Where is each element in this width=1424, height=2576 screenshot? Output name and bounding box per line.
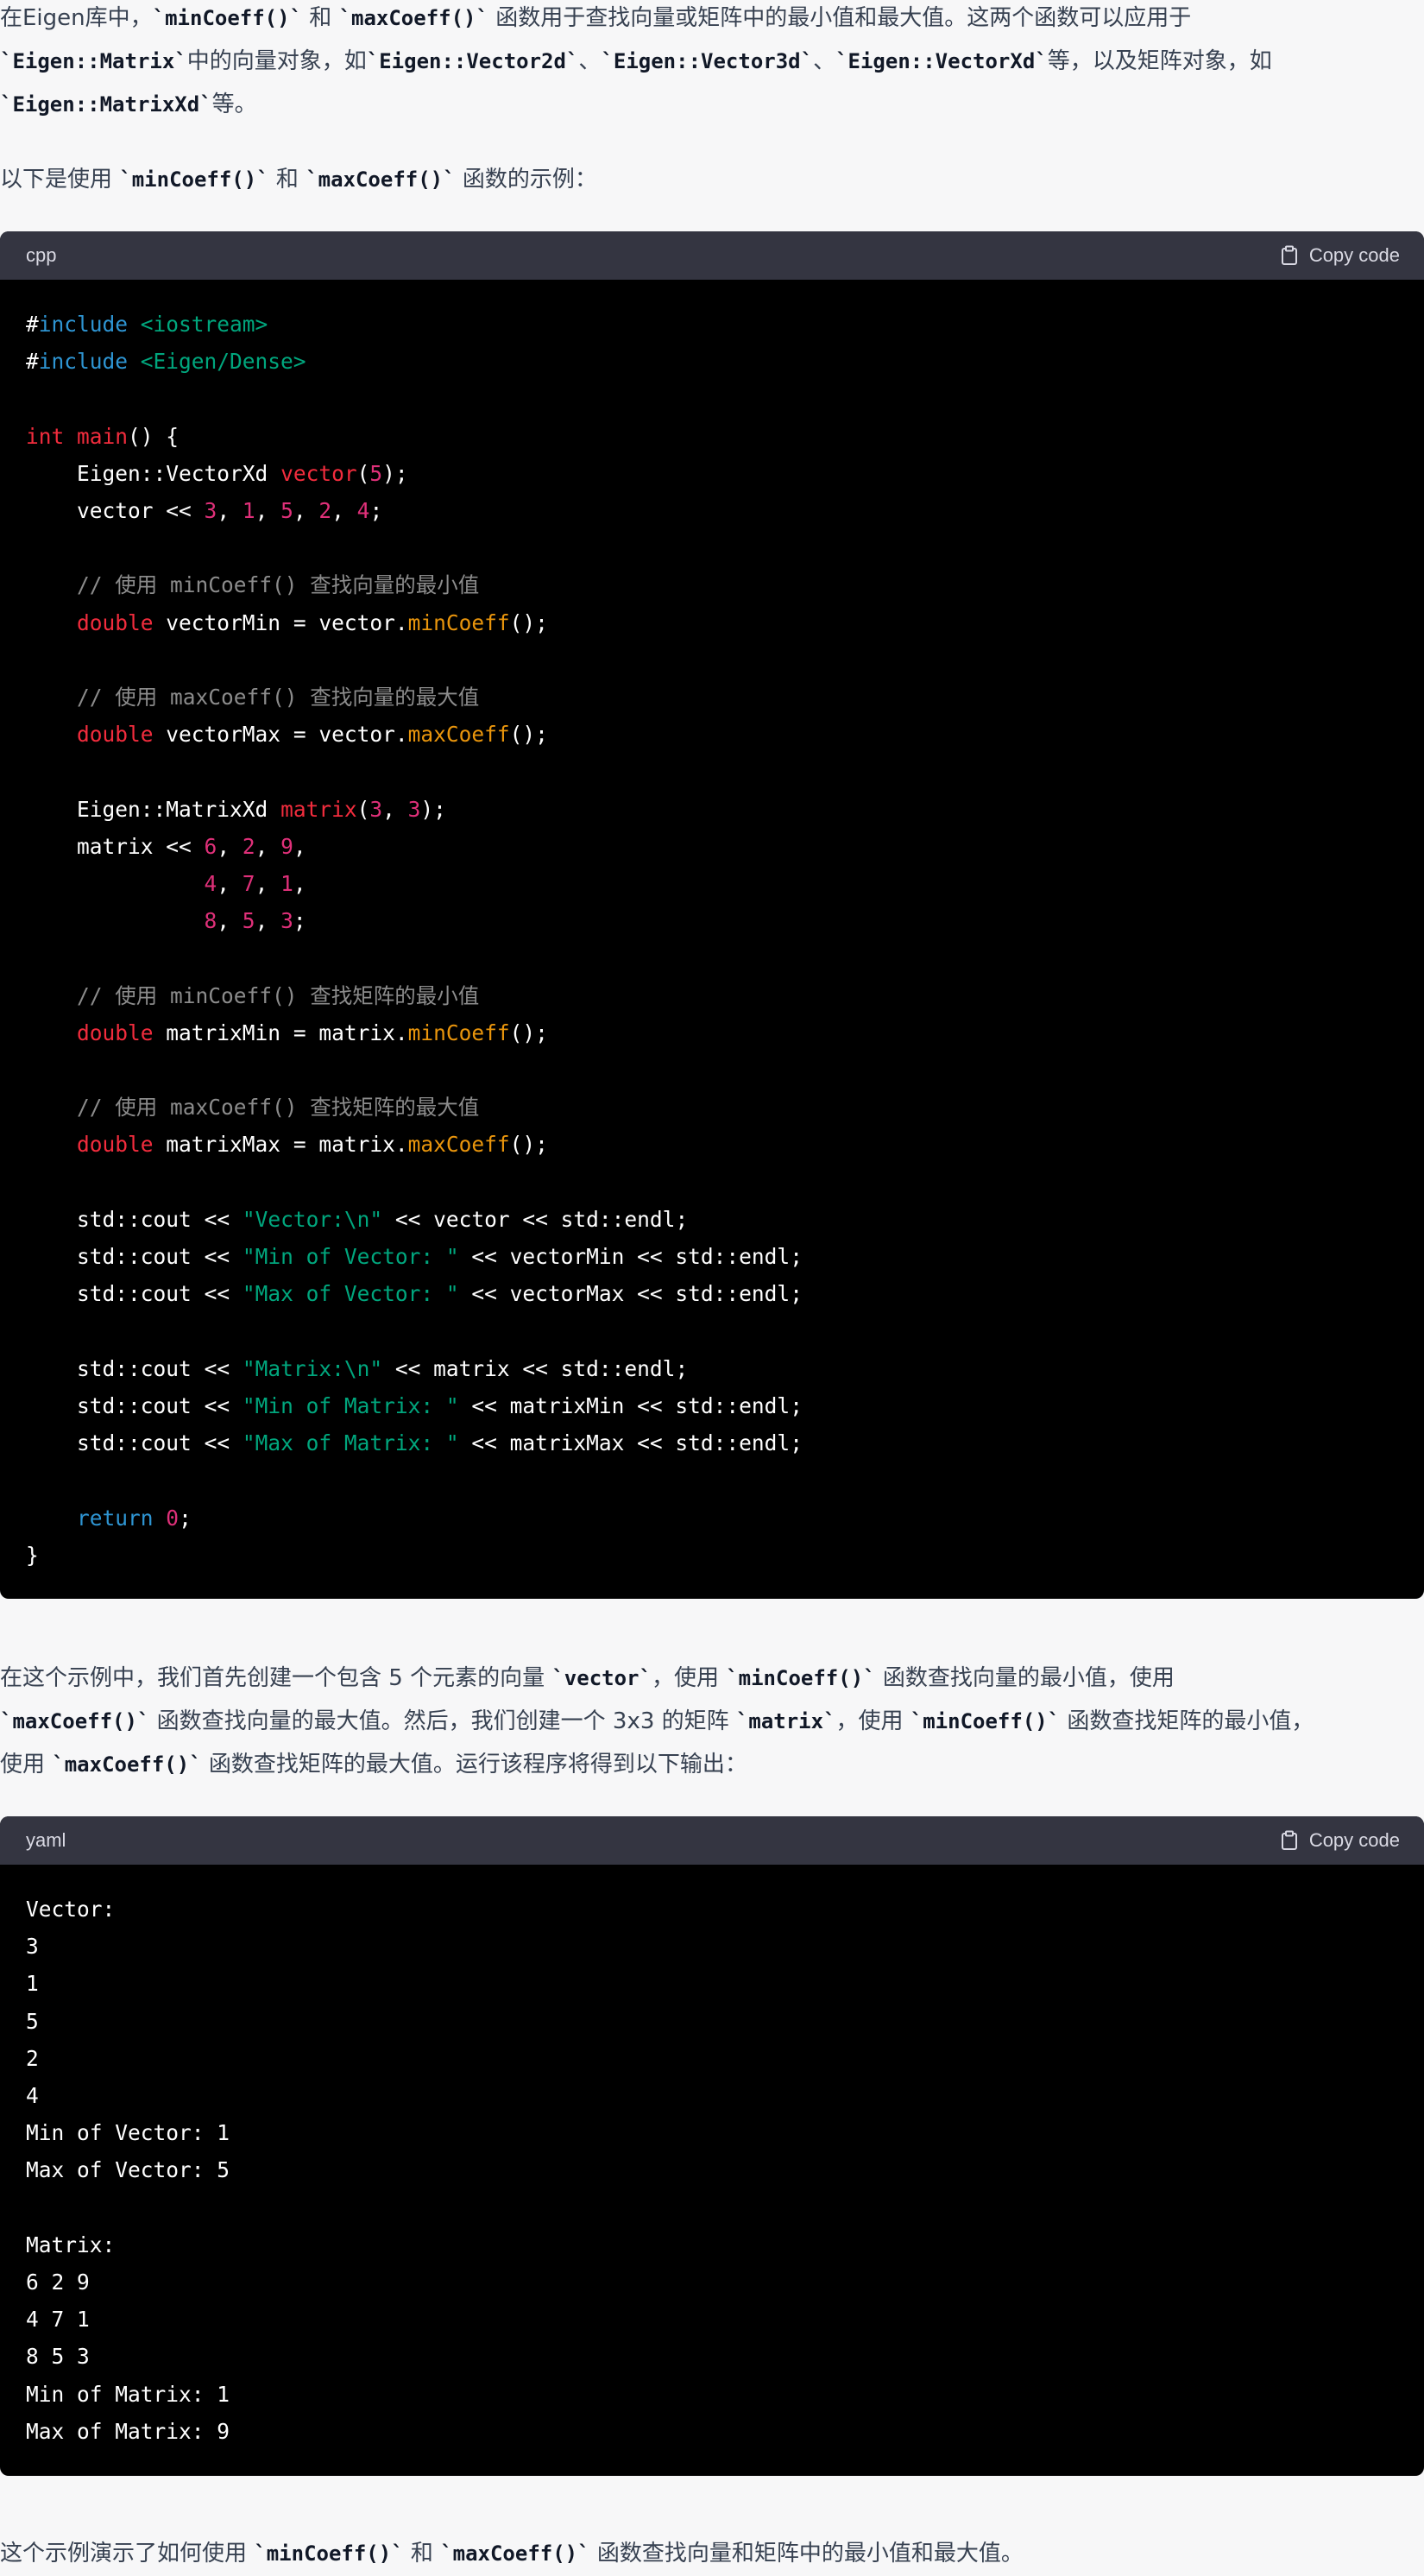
text: 、 xyxy=(578,48,602,74)
explanation-paragraph: 在这个示例中，我们首先创建一个包含 5 个元素的向量 `vector`，使用 `… xyxy=(0,1657,1415,1786)
code-block-header: cpp Copy code xyxy=(0,231,1424,280)
code-line: Max of Vector: 5 xyxy=(26,2157,230,2183)
clipboard-icon xyxy=(1280,245,1299,266)
inline-code: `maxCoeff()` xyxy=(52,1752,202,1777)
text: 使用 xyxy=(0,1752,53,1777)
code-line: 8 5 3 xyxy=(26,2344,90,2370)
code-line: Eigen::MatrixXd matrix(3, 3); xyxy=(77,796,446,822)
text: 函数的示例： xyxy=(455,167,597,193)
code-block-yaml: yaml Copy code Vector: 3 1 5 2 4 Min of … xyxy=(0,1816,1424,2476)
inline-code: `Eigen::VectorXd` xyxy=(835,49,1048,73)
text: 在Eigen库中， xyxy=(0,5,153,31)
inline-code: `matrix` xyxy=(735,1709,836,1733)
code-line: } xyxy=(26,1542,39,1568)
code-content: Vector: 3 1 5 2 4 Min of Vector: 1 Max o… xyxy=(0,1865,1424,2476)
code-line: Vector: xyxy=(26,1897,116,1922)
text: 函数查找矩阵的最小值， xyxy=(1060,1708,1314,1734)
code-line: 5 xyxy=(26,2008,39,2034)
code-line: std::cout << "Min of Matrix: " << matrix… xyxy=(77,1392,803,1418)
code-line: #include <Eigen/Dense> xyxy=(26,349,306,375)
code-line: // 使用 maxCoeff() 查找向量的最大值 xyxy=(77,685,480,710)
inline-code: `Eigen::Matrix` xyxy=(0,49,187,73)
code-block-header: yaml Copy code xyxy=(0,1816,1424,1865)
intro-paragraph: 在Eigen库中，`minCoeff()` 和 `maxCoeff()` 函数用… xyxy=(0,0,1415,126)
inline-code: `Eigen::Vector2d` xyxy=(366,49,579,73)
code-line: int main() { xyxy=(26,423,180,449)
code-content: #include <iostream> #include <Eigen/Dens… xyxy=(0,280,1424,1599)
code-line: double matrixMax = matrix.maxCoeff(); xyxy=(77,1132,548,1158)
inline-code: `minCoeff()` xyxy=(254,2541,404,2566)
code-line: std::cout << "Max of Matrix: " << matrix… xyxy=(77,1430,803,1456)
code-line: matrix << 6, 2, 9, xyxy=(77,833,306,859)
code-line: Eigen::VectorXd vector(5); xyxy=(77,460,408,486)
text: 和 xyxy=(268,167,306,193)
code-line: 1 xyxy=(26,1971,39,1997)
code-line: std::cout << "Min of Vector: " << vector… xyxy=(77,1244,803,1270)
code-line: #include <iostream> xyxy=(26,312,268,337)
inline-code: `maxCoeff()` xyxy=(338,6,488,30)
code-line: double vectorMin = vector.minCoeff(); xyxy=(77,609,548,635)
text: 函数查找向量的最大值。然后，我们创建一个 3x3 的矩阵 xyxy=(149,1708,736,1734)
code-line: // 使用 minCoeff() 查找向量的最小值 xyxy=(77,572,480,598)
closing-paragraph: 这个示例演示了如何使用 `minCoeff()` 和 `maxCoeff()` … xyxy=(0,2532,1415,2575)
chat-response: 在Eigen库中，`minCoeff()` 和 `maxCoeff()` 函数用… xyxy=(0,0,1424,2576)
code-line: std::cout << "Max of Vector: " << vector… xyxy=(77,1281,803,1307)
inline-code: `maxCoeff()` xyxy=(440,2541,590,2566)
text: 等，以及矩阵对象，如 xyxy=(1047,48,1272,74)
code-line: // 使用 minCoeff() 查找矩阵的最小值 xyxy=(77,982,480,1008)
text: 以下是使用 xyxy=(0,167,120,193)
copy-code-button[interactable]: Copy code xyxy=(1280,1829,1400,1852)
inline-code: `minCoeff()` xyxy=(119,167,269,192)
code-line: 4, 7, 1, xyxy=(204,871,306,897)
text: 中的向量对象，如 xyxy=(186,48,367,74)
text: ，使用 xyxy=(835,1708,910,1734)
text: 函数查找矩阵的最大值。运行该程序将得到以下输出： xyxy=(201,1752,747,1777)
code-line: 8, 5, 3; xyxy=(204,908,306,934)
text: ，使用 xyxy=(651,1665,727,1691)
code-line: 4 xyxy=(26,2083,39,2109)
text: 函数查找向量的最小值，使用 xyxy=(875,1665,1175,1691)
code-line: 2 xyxy=(26,2045,39,2071)
clipboard-icon xyxy=(1280,1830,1299,1851)
inline-code: `Eigen::MatrixXd` xyxy=(0,92,212,117)
inline-code: `minCoeff()` xyxy=(152,6,303,30)
code-language-label: cpp xyxy=(26,244,57,266)
lead-paragraph: 以下是使用 `minCoeff()` 和 `maxCoeff()` 函数的示例： xyxy=(0,158,1415,201)
code-language-label: yaml xyxy=(26,1829,66,1851)
code-line: // 使用 maxCoeff() 查找矩阵的最大值 xyxy=(77,1095,480,1121)
text: 这个示例演示了如何使用 xyxy=(0,2541,255,2567)
code-line: Matrix: xyxy=(26,2232,116,2257)
code-line: Min of Vector: 1 xyxy=(26,2120,230,2146)
inline-code: `maxCoeff()` xyxy=(0,1709,150,1733)
inline-code: `maxCoeff()` xyxy=(306,167,456,192)
copy-code-button[interactable]: Copy code xyxy=(1280,244,1400,267)
inline-code: `minCoeff()` xyxy=(726,1666,876,1690)
code-block-cpp: cpp Copy code #include <iostream> #inclu… xyxy=(0,231,1424,1599)
code-line: return 0; xyxy=(77,1505,192,1531)
code-line: 6 2 9 xyxy=(26,2270,90,2295)
code-line: vector << 3, 1, 5, 2, 4; xyxy=(77,498,383,524)
inline-code: `vector` xyxy=(551,1666,652,1690)
copy-code-label: Copy code xyxy=(1308,244,1400,266)
code-line: double matrixMin = matrix.minCoeff(); xyxy=(77,1020,548,1045)
text: 在这个示例中，我们首先创建一个包含 5 个元素的向量 xyxy=(0,1665,552,1691)
text: 和 xyxy=(302,5,339,31)
code-line: std::cout << "Vector:\n" << vector << st… xyxy=(77,1206,689,1232)
text: 函数查找向量和矩阵中的最小值和最大值。 xyxy=(589,2541,1024,2567)
code-line: 4 7 1 xyxy=(26,2307,90,2333)
text: 和 xyxy=(403,2541,441,2567)
code-line: Max of Matrix: 9 xyxy=(26,2418,230,2444)
inline-code: `minCoeff()` xyxy=(910,1709,1061,1733)
inline-code: `Eigen::Vector3d` xyxy=(601,49,814,73)
code-line: double vectorMax = vector.maxCoeff(); xyxy=(77,722,548,748)
text: 、 xyxy=(813,48,836,74)
code-line: std::cout << "Matrix:\n" << matrix << st… xyxy=(77,1355,689,1381)
text: 等。 xyxy=(211,92,257,117)
text: 函数用于查找向量或矩阵中的最小值和最大值。这两个函数可以应用于 xyxy=(488,5,1192,31)
code-line: Min of Matrix: 1 xyxy=(26,2381,230,2407)
code-line: 3 xyxy=(26,1934,39,1960)
copy-code-label: Copy code xyxy=(1308,1829,1400,1851)
